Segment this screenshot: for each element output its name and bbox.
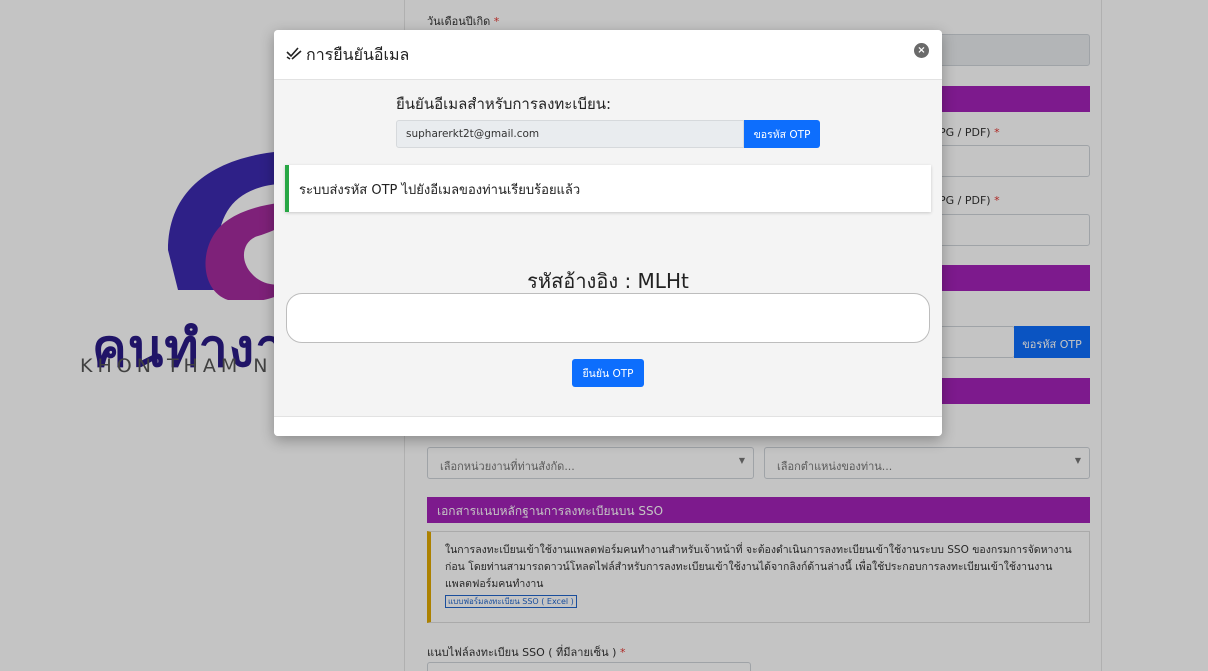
email-field[interactable] xyxy=(396,120,744,148)
request-otp-button[interactable]: ขอรหัส OTP xyxy=(744,120,820,148)
confirm-otp-button[interactable]: ยืนยัน OTP xyxy=(572,359,644,387)
modal-header: การยืนยันอีเมล × xyxy=(274,30,942,80)
email-heading: ยืนยันอีเมลสำหรับการลงทะเบียน: xyxy=(396,95,612,113)
otp-sent-alert: ระบบส่งรหัส OTP ไปยังอีเมลของท่านเรียบร้… xyxy=(285,165,931,212)
modal-title: การยืนยันอีเมล xyxy=(286,43,409,68)
double-check-icon xyxy=(286,46,302,64)
modal-body: ยืนยันอีเมลสำหรับการลงทะเบียน: ขอรหัส OT… xyxy=(274,80,942,416)
modal-footer xyxy=(274,416,942,436)
close-icon[interactable]: × xyxy=(914,43,929,58)
email-verification-modal: การยืนยันอีเมล × ยืนยันอีเมลสำหรับการลงท… xyxy=(274,30,942,436)
otp-input[interactable] xyxy=(286,293,930,343)
